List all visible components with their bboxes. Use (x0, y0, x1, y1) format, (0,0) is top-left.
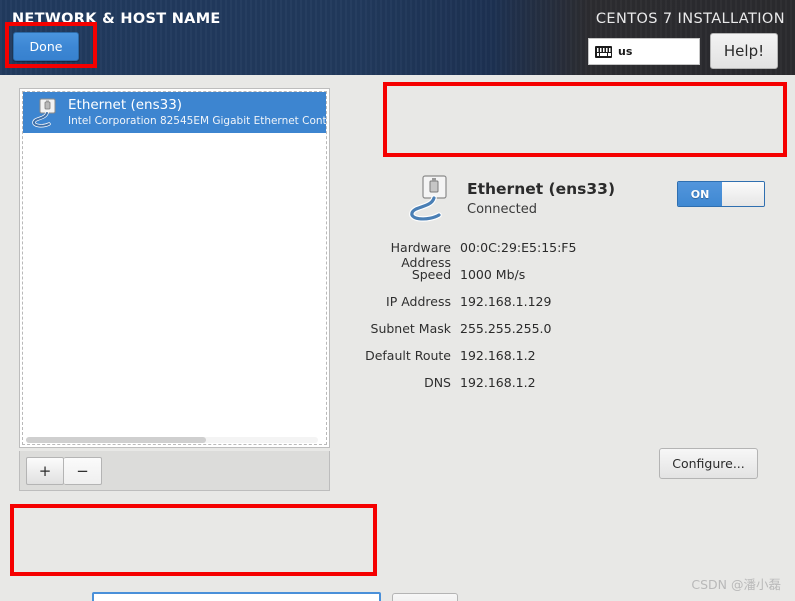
remove-device-button[interactable]: − (64, 457, 102, 485)
detail-label: Subnet Mask (370, 321, 451, 336)
table-row: Subnet Mask 255.255.255.0 (340, 321, 780, 348)
table-row: Hardware Address 00:0C:29:E5:15:F5 (340, 240, 780, 270)
device-list-horizontal-scrollbar[interactable] (26, 437, 318, 443)
table-row: IP Address 192.168.1.129 (340, 294, 780, 321)
toggle-knob (722, 182, 764, 206)
page-title: NETWORK & HOST NAME (12, 11, 221, 27)
ethernet-icon (32, 98, 56, 127)
table-row: Default Route 192.168.1.2 (340, 348, 780, 375)
content-area: Ethernet (ens33) Intel Corporation 82545… (0, 75, 795, 601)
host-name-input[interactable]: hadoop102 (92, 592, 381, 601)
device-detail-header: Ethernet (ens33) Connected ON (389, 163, 787, 233)
table-row: DNS 192.168.1.2 (340, 375, 780, 402)
network-host-name-screen: NETWORK & HOST NAME Done CENTOS 7 INSTAL… (0, 0, 795, 601)
detail-label: Hardware Address (390, 240, 451, 270)
device-list-toolbar: + − (19, 451, 330, 491)
device-status: Connected (467, 201, 538, 217)
keyboard-layout-label: us (618, 45, 633, 58)
configure-button[interactable]: Configure... (659, 448, 758, 479)
device-name: Ethernet (ens33) (467, 179, 616, 198)
list-item-title: Ethernet (ens33) (68, 97, 183, 113)
device-detail-rows: Hardware Address 00:0C:29:E5:15:F5 Speed… (340, 240, 780, 402)
installation-title: CENTOS 7 INSTALLATION (595, 11, 785, 27)
add-device-button[interactable]: + (26, 457, 64, 485)
detail-label: IP Address (386, 294, 451, 309)
installer-header: NETWORK & HOST NAME Done CENTOS 7 INSTAL… (0, 0, 795, 75)
detail-value: 00:0C:29:E5:15:F5 (460, 240, 577, 255)
detail-label: Speed (411, 267, 451, 282)
help-button[interactable]: Help! (710, 33, 778, 69)
watermark: CSDN @潘小磊 (691, 577, 781, 592)
table-row: Speed 1000 Mb/s (340, 267, 780, 294)
list-item[interactable]: Ethernet (ens33) Intel Corporation 82545… (23, 92, 326, 133)
scrollbar-thumb[interactable] (26, 437, 206, 443)
detail-value: 192.168.1.2 (460, 348, 536, 363)
device-detail-text: Ethernet (ens33) Connected (467, 178, 615, 219)
keyboard-icon (595, 45, 612, 58)
keyboard-layout-indicator[interactable]: us (588, 38, 700, 65)
detail-label: DNS (424, 375, 451, 390)
device-list[interactable]: Ethernet (ens33) Intel Corporation 82545… (19, 88, 330, 448)
toggle-on-label: ON (678, 182, 722, 206)
detail-value: 1000 Mb/s (460, 267, 526, 282)
ethernet-icon (409, 175, 447, 222)
list-item-description: Intel Corporation 82545EM Gigabit Ethern… (68, 115, 326, 127)
apply-button[interactable]: Apply (392, 593, 458, 601)
device-power-toggle[interactable]: ON (677, 181, 765, 207)
detail-value: 192.168.1.2 (460, 375, 536, 390)
detail-label: Default Route (365, 348, 451, 363)
device-list-focus-ring (22, 91, 327, 445)
done-button[interactable]: Done (13, 32, 79, 61)
detail-value: 192.168.1.129 (460, 294, 552, 309)
list-item-text: Ethernet (ens33) Intel Corporation 82545… (68, 97, 326, 128)
detail-value: 255.255.255.0 (460, 321, 552, 336)
